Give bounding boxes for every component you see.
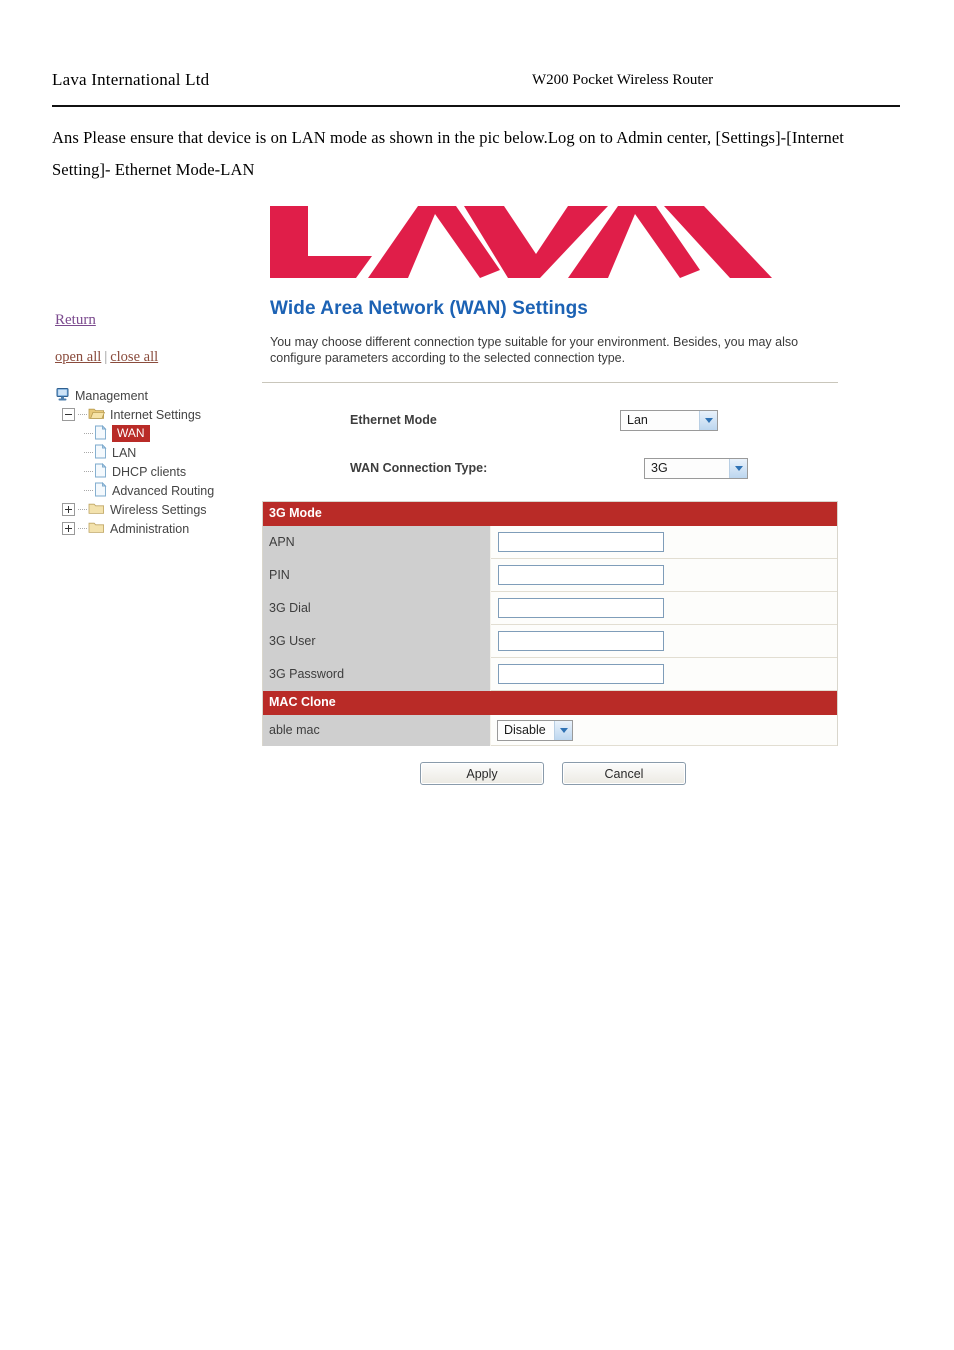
expand-collapse-links: open all | close all [55,349,255,366]
folder-closed-icon [88,520,105,537]
row-label-3g-dial: 3G Dial [263,591,491,625]
management-icon [55,387,70,405]
row-label-3g-user: 3G User [263,624,491,658]
tree-item-advanced-routing[interactable]: Advanced Routing [55,481,255,500]
tree-item-label: Management [75,388,148,403]
section-3g-mode: 3G Mode APN PIN 3G Dial 3G User 3G Passw… [262,501,838,691]
tree-item-label: LAN [112,445,137,460]
form-action-bar: Apply Cancel [262,762,838,785]
return-link[interactable]: Return [55,312,96,329]
folder-closed-icon [88,501,105,518]
tree-item-label-selected[interactable]: WAN [112,425,150,442]
row-label-pin: PIN [263,558,491,592]
tree-item-label: Wireless Settings [110,502,207,517]
tree-item-management[interactable]: Management [55,386,255,405]
chevron-down-icon[interactable] [699,410,717,430]
3g-password-input[interactable] [498,664,664,684]
row-value-3g-dial [491,592,837,625]
open-all-link[interactable]: open all [55,349,101,365]
row-value-3g-password [491,658,837,691]
main-content: Wide Area Network (WAN) Settings You may… [262,298,838,785]
chevron-down-icon[interactable] [554,720,572,740]
router-admin-screenshot: Return open all | close all Management I… [0,186,954,806]
tree-connector [78,508,87,511]
tree-item-wan[interactable]: WAN [55,424,255,443]
row-value-able-mac: Disable [491,715,837,746]
expand-expander-icon[interactable] [62,522,75,535]
page-icon [94,424,107,443]
row-value-apn [491,526,837,559]
sidebar-tree-panel: Return open all | close all Management I… [55,312,255,538]
tree-item-dhcp-clients[interactable]: DHCP clients [55,462,255,481]
able-mac-value: Disable [504,722,546,737]
table-row: 3G Dial [263,591,837,625]
intro-paragraph: Ans Please ensure that device is on LAN … [52,128,844,179]
tree-connector [84,451,93,454]
page-icon [94,462,107,481]
tree-item-label: Advanced Routing [112,483,215,498]
able-mac-select[interactable]: Disable [497,719,573,741]
tree-item-administration[interactable]: Administration [55,519,255,538]
ethernet-mode-row: Ethernet Mode Lan [262,405,838,435]
tree-connector [78,413,87,416]
section-header-3g-mode: 3G Mode [263,502,837,526]
row-value-pin [491,559,837,592]
section-header-mac-clone: MAC Clone [263,691,837,715]
lava-logo [268,198,774,284]
cancel-button[interactable]: Cancel [562,762,686,785]
tree-connector [84,432,93,435]
apply-button[interactable]: Apply [420,762,544,785]
expand-expander-icon[interactable] [62,503,75,516]
page-description: You may choose different connection type… [270,335,799,365]
wan-connection-type-label: WAN Connection Type: [350,461,488,475]
page-icon [94,443,107,462]
document-header-product: W200 Pocket Wireless Router [532,72,714,88]
row-label-able-mac: able mac [263,714,491,746]
header-divider [52,105,900,107]
section-mac-clone: MAC Clone able mac Disable [262,691,838,746]
link-separator: | [104,349,108,365]
pin-input[interactable] [498,565,664,585]
tree-item-label: Internet Settings [110,407,202,422]
folder-open-icon [88,406,105,423]
wan-connection-type-value: 3G [651,460,668,475]
ethernet-mode-label: Ethernet Mode [350,413,437,427]
wan-connection-type-row: WAN Connection Type: 3G [262,453,838,483]
document-header-company: Lava International Ltd [52,70,210,89]
ethernet-mode-value: Lan [627,412,648,427]
tree-item-lan[interactable]: LAN [55,443,255,462]
close-all-link[interactable]: close all [110,349,158,365]
tree-item-label: DHCP clients [112,464,187,479]
tree-connector [78,527,87,530]
3g-user-input[interactable] [498,631,664,651]
row-value-3g-user [491,625,837,658]
tree-item-label: Administration [110,521,190,536]
tree-item-internet-settings[interactable]: Internet Settings [55,405,255,424]
apn-input[interactable] [498,532,664,552]
tree-connector [84,470,93,473]
3g-dial-input[interactable] [498,598,664,618]
navigation-tree: Management Internet Settings WAN LAN DHC… [55,386,255,538]
page-icon [94,481,107,500]
table-row: PIN [263,558,837,592]
tree-connector [84,489,93,492]
document-header: Lava International Ltd W200 Pocket Wirel… [52,70,900,110]
row-label-3g-password: 3G Password [263,657,491,691]
ethernet-mode-select[interactable]: Lan [620,409,718,431]
table-row: 3G User [263,624,837,658]
page-title: Wide Area Network (WAN) Settings [270,298,588,319]
table-row: APN [263,525,837,559]
content-divider [262,382,838,383]
table-row: able mac Disable [263,714,837,746]
tree-item-wireless-settings[interactable]: Wireless Settings [55,500,255,519]
wan-connection-type-select[interactable]: 3G [644,457,748,479]
table-row: 3G Password [263,657,837,691]
chevron-down-icon[interactable] [729,458,747,478]
collapse-expander-icon[interactable] [62,408,75,421]
row-label-apn: APN [263,525,491,559]
